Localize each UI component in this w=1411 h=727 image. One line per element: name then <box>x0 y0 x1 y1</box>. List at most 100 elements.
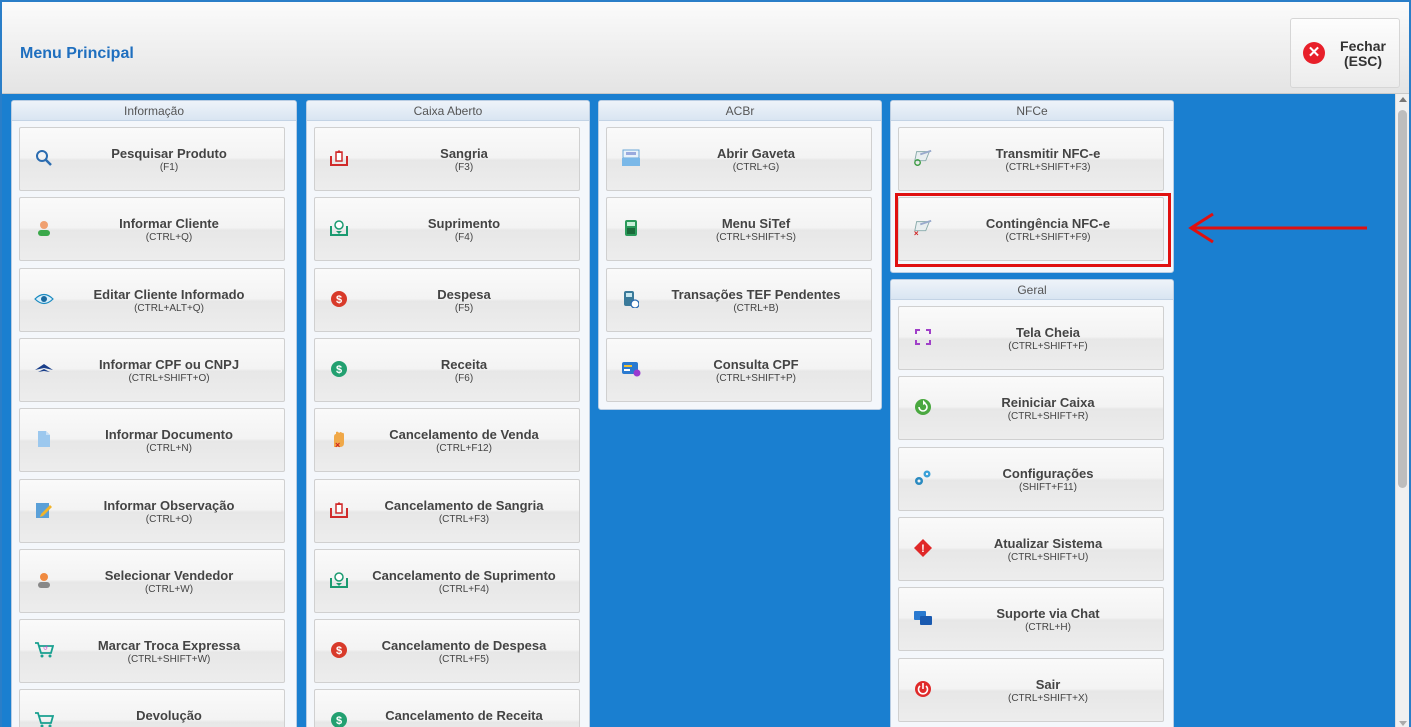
menu-button-shortcut: (CTRL+SHIFT+F9) <box>1005 232 1091 244</box>
svg-text:×: × <box>914 229 919 238</box>
menu-button-label: Despesa <box>437 286 491 302</box>
panel-nfce: NFCe Transmitir NFC-e (CTRL+SHIFT+F3) × Con… <box>890 100 1174 273</box>
menu-button-shortcut: (CTRL+F3) <box>438 513 490 525</box>
gears-icon <box>913 468 933 488</box>
vertical-scrollbar[interactable] <box>1395 94 1409 727</box>
panel-acbr: ACBr Abrir Gaveta (CTRL+G) Menu SiTef (CTRL… <box>598 100 882 410</box>
svg-text:$: $ <box>336 715 342 727</box>
menu-button-editar-cliente-informado[interactable]: Editar Cliente Informado (CTRL+ALT+Q) <box>19 267 285 332</box>
receita-federal-icon <box>34 359 54 379</box>
menu-button-label: Cancelamento de Venda <box>389 427 539 443</box>
svg-text:$: $ <box>336 364 342 376</box>
menu-button-pesquisar-produto[interactable]: Pesquisar Produto (F1) <box>19 127 285 191</box>
panel-informacao: Informação Pesquisar Produto (F1) Informar… <box>11 100 297 727</box>
menu-button-shortcut: (CTRL+SHIFT+F) <box>1008 341 1088 352</box>
cash-out-icon <box>329 148 349 168</box>
eye-icon <box>34 289 54 309</box>
menu-button-shortcut: (CTRL+ALT+Q) <box>134 302 204 314</box>
menu-button-transacoes-tef-pendentes[interactable]: Transações TEF Pendentes (CTRL+B) <box>606 267 872 332</box>
menu-button-informar-cliente[interactable]: Informar Cliente (CTRL+Q) <box>19 197 285 262</box>
menu-button-marcar-troca-expressa[interactable]: ↺ Marcar Troca Expressa (CTRL+SHIFT+W) <box>19 619 285 684</box>
menu-button-sangria[interactable]: Sangria (F3) <box>314 127 580 191</box>
scroll-down-icon[interactable] <box>1399 721 1407 726</box>
note-edit-icon <box>34 500 54 520</box>
panel-title: NFCe <box>891 101 1173 121</box>
menu-content: Informação Pesquisar Produto (F1) Informar… <box>2 94 1395 727</box>
menu-button-shortcut: (CTRL+SHIFT+O) <box>128 372 210 384</box>
menu-button-cancelamento-de-suprimento[interactable]: Cancelamento de Suprimento (CTRL+F4) <box>314 548 580 613</box>
menu-button-receita[interactable]: $ Receita (F6) <box>314 337 580 402</box>
menu-button-label: Informar Observação <box>103 497 235 513</box>
menu-button-abrir-gaveta[interactable]: Abrir Gaveta (CTRL+G) <box>606 127 872 191</box>
header-bar: Menu Principal ✕ Fechar (ESC) <box>2 2 1409 94</box>
menu-button-shortcut: (SHIFT+F11) <box>1019 481 1077 493</box>
menu-button-reiniciar-caixa[interactable]: Reiniciar Caixa (CTRL+SHIFT+R) <box>898 376 1164 441</box>
menu-button-informar-observacao[interactable]: Informar Observação (CTRL+O) <box>19 478 285 543</box>
menu-button-cancelamento-de-despesa[interactable]: $ Cancelamento de Despesa (CTRL+F5) <box>314 619 580 684</box>
menu-button-cancelamento-de-venda[interactable]: × Cancelamento de Venda (CTRL+F12) <box>314 408 580 473</box>
menu-button-atualizar-sistema[interactable]: ! Atualizar Sistema (CTRL+SHIFT+U) <box>898 516 1164 581</box>
menu-button-label: Sair <box>1035 676 1061 692</box>
menu-button-selecionar-vendedor[interactable]: Selecionar Vendedor (CTRL+W) <box>19 548 285 613</box>
svg-text:!: ! <box>921 543 925 555</box>
menu-button-contingencia-nfc-e[interactable]: × Contingência NFC-e (CTRL+SHIFT+F9) <box>898 197 1164 262</box>
menu-button-shortcut: (F4) <box>454 232 474 244</box>
menu-button-menu-sitef[interactable]: Menu SiTef (CTRL+SHIFT+S) <box>606 197 872 262</box>
cash-in-icon <box>329 218 349 238</box>
menu-button-shortcut: (CTRL+SHIFT+U) <box>1007 551 1089 563</box>
restart-icon <box>913 397 933 417</box>
card-terminal-icon <box>621 218 641 238</box>
menu-button-devolucao[interactable]: Devolução <box>19 689 285 727</box>
nfce-contingency-icon: × <box>913 218 933 238</box>
menu-button-shortcut: (CTRL+F5) <box>438 654 490 666</box>
menu-button-label: Devolução <box>136 708 202 724</box>
menu-button-shortcut: (CTRL+SHIFT+S) <box>715 232 796 244</box>
page-title: Menu Principal <box>20 45 134 62</box>
menu-button-suprimento[interactable]: Suprimento (F4) <box>314 197 580 262</box>
fullscreen-icon <box>913 327 933 347</box>
panel-title: Informação <box>12 101 296 121</box>
menu-button-sair[interactable]: Sair (CTRL+SHIFT+X) <box>898 657 1164 722</box>
cash-out-icon <box>329 500 349 520</box>
menu-button-shortcut: (CTRL+SHIFT+F3) <box>1005 162 1091 173</box>
menu-button-shortcut: (CTRL+H) <box>1025 622 1071 634</box>
menu-button-configuracoes[interactable]: Configurações (SHIFT+F11) <box>898 446 1164 511</box>
menu-button-informar-cpf-ou-cnpj[interactable]: Informar CPF ou CNPJ (CTRL+SHIFT+O) <box>19 337 285 402</box>
panel-caixa-aberto: Caixa Aberto Sangria (F3) Suprimento (F4) $ D… <box>306 100 590 727</box>
menu-button-consulta-cpf[interactable]: Consulta CPF (CTRL+SHIFT+P) <box>606 337 872 402</box>
menu-button-despesa[interactable]: $ Despesa (F5) <box>314 267 580 332</box>
menu-button-cancelamento-de-sangria[interactable]: Cancelamento de Sangria (CTRL+F3) <box>314 478 580 543</box>
menu-button-label: Informar Cliente <box>119 216 219 232</box>
seller-icon <box>34 570 54 590</box>
menu-button-label: Configurações <box>1002 465 1094 481</box>
menu-button-shortcut: (F6) <box>454 372 474 384</box>
menu-button-cancelamento-de-receita[interactable]: $ Cancelamento de Receita <box>314 689 580 727</box>
cart-return-icon <box>34 710 54 727</box>
menu-button-tela-cheia[interactable]: Tela Cheia (CTRL+SHIFT+F) <box>898 306 1164 370</box>
menu-button-label: Transações TEF Pendentes <box>671 286 841 302</box>
menu-button-label: Receita <box>440 356 488 372</box>
panel-geral: Geral Tela Cheia (CTRL+SHIFT+F) Reiniciar … <box>890 279 1174 727</box>
svg-text:×: × <box>335 440 340 449</box>
scroll-up-icon[interactable] <box>1399 97 1407 102</box>
menu-button-transmitir-nfc-e[interactable]: Transmitir NFC-e (CTRL+SHIFT+F3) <box>898 127 1164 191</box>
menu-button-shortcut: (CTRL+SHIFT+X) <box>1007 692 1088 704</box>
menu-button-informar-documento[interactable]: Informar Documento (CTRL+N) <box>19 408 285 473</box>
cash-in-icon <box>329 570 349 590</box>
revenue-icon: $ <box>329 359 349 379</box>
chat-icon <box>913 608 933 628</box>
menu-button-shortcut: (CTRL+F12) <box>436 443 492 455</box>
menu-button-shortcut: (CTRL+W) <box>144 583 194 595</box>
menu-button-label: Atualizar Sistema <box>993 535 1103 551</box>
menu-button-shortcut: (CTRL+N) <box>146 443 192 455</box>
revenue-icon: $ <box>329 710 349 727</box>
menu-button-label: Reiniciar Caixa <box>1001 395 1095 411</box>
close-button[interactable]: ✕ Fechar (ESC) <box>1290 18 1400 88</box>
cart-exchange-icon: ↺ <box>34 640 54 660</box>
pending-terminal-icon <box>621 289 641 309</box>
menu-button-label: Cancelamento de Suprimento <box>372 567 556 583</box>
menu-button-label: Suprimento <box>427 216 501 232</box>
id-card-icon <box>621 359 641 379</box>
menu-button-suporte-via-chat[interactable]: Suporte via Chat (CTRL+H) <box>898 587 1164 652</box>
scrollbar-thumb[interactable] <box>1398 110 1407 488</box>
